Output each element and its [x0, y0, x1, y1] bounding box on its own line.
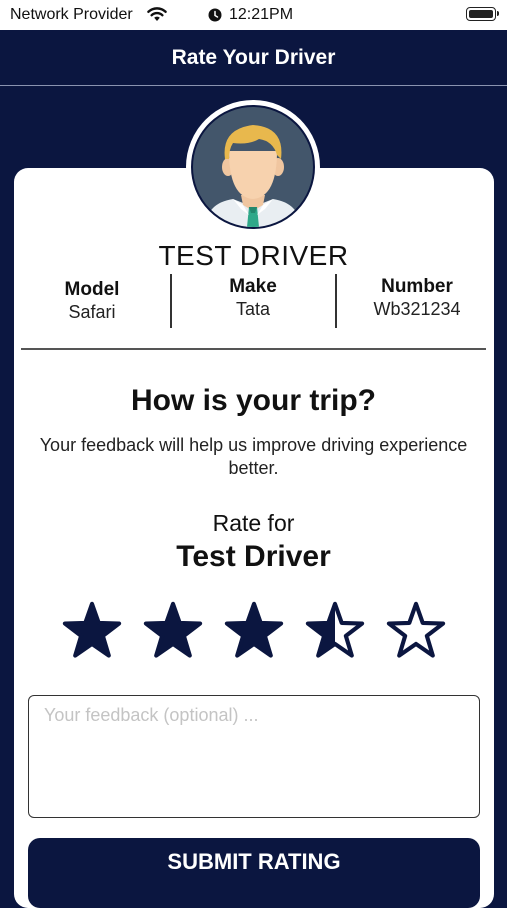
driver-number: Number Wb321234	[342, 276, 492, 320]
submit-rating-button[interactable]: SUBMIT RATING	[28, 838, 480, 908]
star-2-icon[interactable]	[142, 600, 204, 662]
star-5-icon[interactable]	[385, 600, 447, 662]
driver-make: Make Tata	[178, 276, 328, 320]
number-label: Number	[381, 276, 453, 297]
status-time: 12:21PM	[229, 6, 294, 23]
star-rating	[0, 600, 507, 666]
rate-driver-name: Test Driver	[176, 540, 331, 573]
alarm-clock-icon	[208, 8, 222, 22]
driver-avatar-icon	[205, 125, 301, 227]
make-value: Tata	[235, 299, 271, 319]
number-value: Wb321234	[373, 299, 461, 319]
model-label: Model	[64, 279, 120, 300]
driver-model: Model Safari	[17, 279, 167, 323]
feedback-hint: Your feedback will help us improve drivi…	[39, 435, 468, 478]
section-divider	[21, 348, 486, 350]
rate-for-label: Rate for	[212, 510, 295, 536]
wifi-icon	[147, 7, 167, 21]
avatar-ring	[186, 100, 320, 234]
driver-avatar	[191, 105, 315, 229]
star-1-icon[interactable]	[61, 600, 123, 662]
status-bar: Network Provider 12:21PM	[0, 0, 507, 30]
feedback-input[interactable]	[28, 695, 480, 818]
page-title: Rate Your Driver	[171, 46, 336, 69]
model-value: Safari	[68, 302, 116, 322]
battery-icon	[466, 7, 499, 21]
star-4-icon[interactable]	[304, 600, 366, 662]
make-label: Make	[229, 276, 277, 297]
driver-name: TEST DRIVER	[158, 240, 349, 271]
info-divider	[170, 274, 172, 328]
carrier-name: Network Provider	[10, 6, 133, 23]
star-3-icon[interactable]	[223, 600, 285, 662]
info-divider	[335, 274, 337, 328]
nav-bar: Rate Your Driver	[0, 30, 507, 86]
trip-question: How is your trip?	[130, 384, 376, 417]
